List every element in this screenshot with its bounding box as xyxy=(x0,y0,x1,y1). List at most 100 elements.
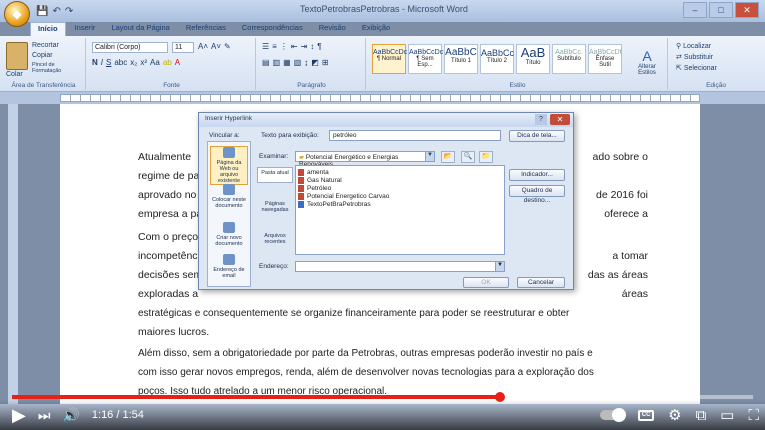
browsed-pages-option[interactable]: Páginas navegadas xyxy=(257,201,293,213)
ok-button[interactable]: OK xyxy=(463,277,509,288)
captions-button[interactable]: CC xyxy=(638,409,655,421)
link-new-document[interactable]: Criar novo documento xyxy=(210,222,248,247)
miniplayer-icon[interactable]: ⧉ xyxy=(696,407,707,424)
next-button[interactable]: ⏭ xyxy=(38,401,51,429)
multilevel-icon[interactable]: ⋮ xyxy=(280,42,288,51)
numbering-icon[interactable]: ≡ xyxy=(272,42,277,51)
font-color-icon[interactable]: A xyxy=(175,58,180,67)
shrink-font-icon[interactable]: A˅ xyxy=(211,42,221,51)
cut-button[interactable]: Recortar xyxy=(32,42,59,49)
progress-bar[interactable] xyxy=(12,392,753,402)
font-size-box[interactable]: 11 xyxy=(172,42,194,53)
underline-icon[interactable]: S xyxy=(106,58,111,67)
undo-icon[interactable]: ↶ xyxy=(52,6,60,17)
current-folder-option[interactable]: Pasta atual xyxy=(257,167,293,183)
browse-file-icon[interactable]: 📁 xyxy=(479,151,493,163)
text-to-display-input[interactable]: petróleo xyxy=(329,130,501,141)
highlight-icon[interactable]: ab xyxy=(163,58,172,67)
replace-button[interactable]: ⇄ Substituir xyxy=(676,53,713,61)
style-title[interactable]: AaB Título xyxy=(516,44,550,74)
style-heading-2[interactable]: AaBbCc Título 2 xyxy=(480,44,514,74)
play-button[interactable]: ▶ xyxy=(12,401,26,429)
redo-icon[interactable]: ↷ xyxy=(65,6,73,17)
style-heading-1[interactable]: AaBbC Título 1 xyxy=(444,44,478,74)
target-frame-button[interactable]: Quadro de destino... xyxy=(509,185,565,204)
italic-icon[interactable]: I xyxy=(101,58,103,67)
browse-web-icon[interactable]: 🔍 xyxy=(461,151,475,163)
change-case-icon[interactable]: Aa xyxy=(150,58,160,67)
minimize-button[interactable]: – xyxy=(683,2,707,18)
tab-exibicao[interactable]: Exibição xyxy=(355,22,397,36)
sort-icon[interactable]: ↕ xyxy=(310,42,314,51)
style-subtitle[interactable]: AaBbCc. Subtítulo xyxy=(552,44,586,74)
paste-icon[interactable] xyxy=(6,42,28,70)
find-button[interactable]: ⚲ Localizar xyxy=(676,42,711,50)
style-no-spacing[interactable]: AaBbCcDc ¶ Sem Esp... xyxy=(408,44,443,74)
tab-inserir[interactable]: Inserir xyxy=(68,22,103,36)
maximize-button[interactable]: □ xyxy=(709,2,733,18)
justify-icon[interactable]: ▧ xyxy=(294,58,302,67)
link-existing-file[interactable]: Página da Web ou arquivo existente xyxy=(210,146,248,185)
list-item[interactable]: Gas Natural xyxy=(298,176,502,184)
fullscreen-icon[interactable]: ⛶ xyxy=(748,407,759,424)
list-item[interactable]: amenta xyxy=(298,168,502,176)
tab-correspondencias[interactable]: Correspondências xyxy=(235,22,310,36)
grow-font-icon[interactable]: A˄ xyxy=(198,42,208,51)
align-left-icon[interactable]: ▤ xyxy=(262,58,270,67)
up-folder-icon[interactable]: 📂 xyxy=(441,151,455,163)
address-input[interactable] xyxy=(295,261,505,272)
chevron-down-icon[interactable]: ▼ xyxy=(495,261,505,272)
bookmark-button[interactable]: Indicador... xyxy=(509,169,565,181)
style-subtle-emphasis[interactable]: AaBbCcDt Ênfase Sutil xyxy=(588,44,622,74)
change-styles-button[interactable]: A Alterar Estilos xyxy=(630,48,664,76)
tab-inicio[interactable]: Início xyxy=(30,22,66,36)
link-email-address[interactable]: Endereço de email xyxy=(210,254,248,279)
align-center-icon[interactable]: ▥ xyxy=(273,58,281,67)
bold-icon[interactable]: N xyxy=(92,58,98,67)
format-painter-button[interactable]: Pincel de Formatação xyxy=(32,62,84,74)
tab-layout[interactable]: Layout da Página xyxy=(104,22,176,36)
autoplay-toggle[interactable] xyxy=(600,408,627,422)
office-button[interactable]: ◆ xyxy=(4,1,30,27)
theater-mode-icon[interactable]: ▭ xyxy=(720,406,734,424)
link-place-in-document[interactable]: Colocar neste documento xyxy=(210,184,248,209)
close-button[interactable]: ✕ xyxy=(735,2,759,18)
file-name: Petróleo xyxy=(307,184,332,192)
font-style-row: N I S abc x₂ x² Aa ab A xyxy=(92,58,180,67)
line-spacing-icon[interactable]: ↨ xyxy=(304,58,308,67)
volume-button[interactable]: 🔊 xyxy=(62,401,79,429)
increase-indent-icon[interactable]: ⇥ xyxy=(301,42,308,51)
list-item[interactable]: TextoPetBraPetrobras xyxy=(298,200,502,208)
tab-referencias[interactable]: Referências xyxy=(179,22,233,36)
style-normal[interactable]: AaBbCcDc ¶ Normal xyxy=(372,44,407,74)
dialog-close-button[interactable]: ✕ xyxy=(550,114,570,125)
look-in-select[interactable]: ▰ Potencial Energético e Energias Renová… xyxy=(295,151,435,168)
text-line: maiores lucros. xyxy=(138,326,210,338)
shading-icon[interactable]: ◩ xyxy=(311,58,319,67)
text-line: Além disso, sem a obrigatoriedade por pa… xyxy=(138,348,593,359)
superscript-icon[interactable]: x² xyxy=(140,58,147,67)
subscript-icon[interactable]: x₂ xyxy=(130,58,137,67)
cancel-button[interactable]: Cancelar xyxy=(517,277,565,288)
list-item[interactable]: Potencial Energetico Carvao xyxy=(298,192,502,200)
bullets-icon[interactable]: ☰ xyxy=(262,42,269,51)
ruler-scale[interactable] xyxy=(60,94,700,102)
font-name-box[interactable]: Calibri (Corpo) xyxy=(92,42,168,53)
settings-icon[interactable]: ⚙ xyxy=(668,406,681,424)
borders-icon[interactable]: ⊞ xyxy=(322,58,329,67)
decrease-indent-icon[interactable]: ⇤ xyxy=(291,42,298,51)
screentip-button[interactable]: Dica de tela... xyxy=(509,130,565,142)
pilcrow-icon[interactable]: ¶ xyxy=(317,42,321,51)
help-button[interactable]: ? xyxy=(535,114,547,125)
recent-files-option[interactable]: Arquivos recentes xyxy=(257,233,293,245)
clear-format-icon[interactable]: ✎ xyxy=(224,42,231,51)
style-name: ¶ Sem Esp... xyxy=(416,56,434,68)
style-sample: AaBbCcDt xyxy=(589,49,622,56)
align-right-icon[interactable]: ▦ xyxy=(283,58,291,67)
list-item[interactable]: Petróleo xyxy=(298,184,502,192)
copy-button[interactable]: Copiar xyxy=(32,52,53,59)
save-icon[interactable]: 💾 xyxy=(36,6,48,17)
tab-revisao[interactable]: Revisão xyxy=(312,22,353,36)
strikethrough-icon[interactable]: abc xyxy=(114,58,127,67)
select-button[interactable]: ⇱ Selecionar xyxy=(676,64,717,72)
